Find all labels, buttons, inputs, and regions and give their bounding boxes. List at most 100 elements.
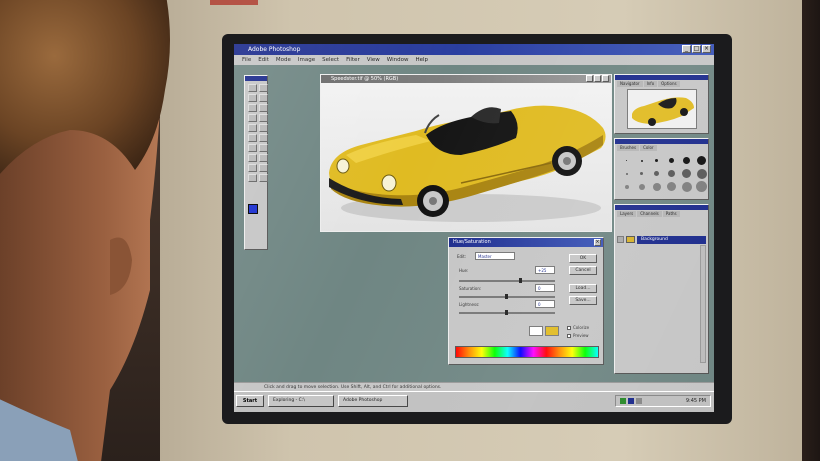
menu-file[interactable]: File — [242, 55, 251, 65]
brush-tip[interactable] — [680, 155, 693, 166]
tab-layers[interactable]: Layers — [617, 211, 637, 217]
navigator-thumbnail[interactable] — [627, 89, 697, 129]
image-close-button[interactable] — [602, 75, 609, 82]
foreground-color-swatch[interactable] — [248, 204, 258, 214]
brush-tip[interactable] — [695, 181, 708, 192]
menu-edit[interactable]: Edit — [258, 55, 269, 65]
brush-tip[interactable] — [635, 168, 648, 179]
pencil-tool-icon[interactable] — [259, 134, 268, 142]
taskbar-item-photoshop[interactable]: Adobe Photoshop — [338, 395, 408, 407]
monitor-icon[interactable] — [628, 398, 634, 404]
brush-tip[interactable] — [665, 168, 678, 179]
marquee-tool-icon[interactable] — [248, 84, 257, 92]
menu-window[interactable]: Window — [387, 55, 409, 65]
magic-wand-tool-icon[interactable] — [259, 94, 268, 102]
close-button[interactable]: × — [702, 45, 711, 53]
stamp-tool-icon[interactable] — [248, 124, 257, 132]
eraser-tool-icon[interactable] — [248, 134, 257, 142]
taskbar-item-explorer[interactable]: Exploring - C:\ — [268, 395, 334, 407]
brush-tip[interactable] — [680, 168, 693, 179]
paintbrush-tool-icon[interactable] — [259, 114, 268, 122]
brush-tip[interactable] — [695, 168, 708, 179]
type-tool-icon[interactable] — [259, 154, 268, 162]
crop-tool-icon[interactable] — [248, 104, 257, 112]
workspace: Speedster.tif @ 50% (RGB) Navigator Info… — [234, 65, 714, 382]
layers-scrollbar[interactable] — [700, 245, 706, 363]
menu-help[interactable]: Help — [415, 55, 428, 65]
tab-info[interactable]: Info — [643, 81, 658, 87]
hue-saturation-dialog: Hue/Saturation × Edit: Master Hue: +25 S… — [448, 237, 604, 365]
pen-tool-icon[interactable] — [248, 154, 257, 162]
ok-button[interactable]: OK — [569, 254, 597, 263]
menu-select[interactable]: Select — [322, 55, 339, 65]
network-icon[interactable] — [620, 398, 626, 404]
navigator-palette: Navigator Info Options — [614, 74, 709, 134]
hue-field[interactable]: +25 — [535, 266, 555, 274]
hue-slider[interactable] — [459, 280, 555, 282]
load-button[interactable]: Load... — [569, 284, 597, 293]
image-window-title: Speedster.tif @ 50% (RGB) — [331, 76, 399, 82]
brush-tip[interactable] — [650, 168, 663, 179]
minimize-button[interactable]: _ — [682, 45, 691, 53]
tab-color[interactable]: Color — [640, 145, 657, 151]
saturation-field[interactable]: 0 — [535, 284, 555, 292]
image-window-titlebar: Speedster.tif @ 50% (RGB) — [321, 75, 611, 83]
brush-tip[interactable] — [665, 181, 678, 192]
image-minimize-button[interactable] — [586, 75, 593, 82]
tab-brushes[interactable]: Brushes — [617, 145, 640, 151]
tab-options[interactable]: Options — [658, 81, 680, 87]
brush-tip[interactable] — [650, 181, 663, 192]
eyedropper-tool-icon[interactable] — [259, 164, 268, 172]
tab-navigator[interactable]: Navigator — [617, 81, 643, 87]
brush-tip[interactable] — [620, 155, 633, 166]
brush-tip[interactable] — [635, 181, 648, 192]
gradient-tool-icon[interactable] — [248, 164, 257, 172]
lasso-tool-icon[interactable] — [248, 94, 257, 102]
lightness-field[interactable]: 0 — [535, 300, 555, 308]
speaker-icon[interactable] — [636, 398, 642, 404]
tab-channels[interactable]: Channels — [637, 211, 662, 217]
zoom-tool-icon[interactable] — [259, 174, 268, 182]
slice-tool-icon[interactable] — [259, 104, 268, 112]
clock: 9:45 PM — [685, 398, 706, 404]
menu-view[interactable]: View — [367, 55, 380, 65]
colorize-checkbox[interactable] — [567, 326, 571, 330]
maximize-button[interactable]: □ — [692, 45, 701, 53]
brush-tip[interactable] — [695, 155, 708, 166]
brush-tip[interactable] — [620, 181, 633, 192]
car-thumbnail-icon — [632, 97, 694, 126]
start-button[interactable]: Start — [236, 395, 264, 407]
image-maximize-button[interactable] — [594, 75, 601, 82]
lightness-label: Lightness: — [459, 302, 480, 307]
image-canvas[interactable] — [321, 83, 611, 231]
saturation-slider-knob[interactable] — [505, 294, 508, 299]
eye-icon[interactable] — [617, 236, 624, 243]
dialog-close-button[interactable]: × — [594, 239, 601, 246]
brush-tip[interactable] — [680, 181, 693, 192]
cancel-button[interactable]: Cancel — [569, 266, 597, 275]
airbrush-tool-icon[interactable] — [248, 114, 257, 122]
edit-select[interactable]: Master — [475, 252, 515, 260]
hand-tool-icon[interactable] — [248, 174, 257, 182]
lightness-slider-knob[interactable] — [505, 310, 508, 315]
layer-row[interactable]: Background — [617, 235, 706, 244]
background-edge — [802, 0, 820, 461]
brush-tip[interactable] — [665, 155, 678, 166]
hue-slider-knob[interactable] — [519, 278, 522, 283]
preview-checkbox[interactable] — [567, 334, 571, 338]
sample-swatch — [545, 326, 559, 336]
brush-tip[interactable] — [650, 155, 663, 166]
edit-label: Edit: — [457, 254, 467, 259]
menu-image[interactable]: Image — [298, 55, 315, 65]
save-button[interactable]: Save... — [569, 296, 597, 305]
history-brush-tool-icon[interactable] — [259, 124, 268, 132]
menu-mode[interactable]: Mode — [276, 55, 291, 65]
blur-tool-icon[interactable] — [248, 144, 257, 152]
brush-tip[interactable] — [635, 155, 648, 166]
layers-palette: Layers Channels Paths Background — [614, 204, 709, 374]
brush-tip[interactable] — [620, 168, 633, 179]
dodge-tool-icon[interactable] — [259, 144, 268, 152]
menu-filter[interactable]: Filter — [346, 55, 360, 65]
tab-paths[interactable]: Paths — [662, 211, 680, 217]
move-tool-icon[interactable] — [259, 84, 268, 92]
